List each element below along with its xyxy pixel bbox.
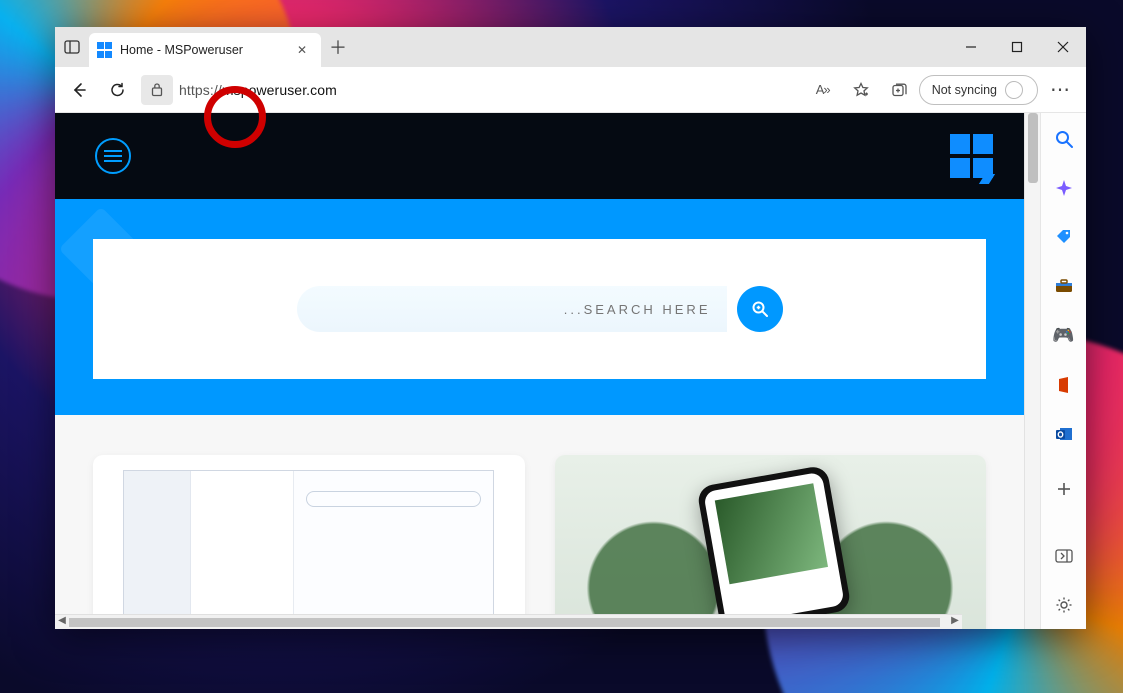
search-plus-icon — [750, 299, 770, 319]
toolbar-right-icons: A» Not syncing — [805, 72, 1038, 108]
read-aloud-button[interactable]: A» — [805, 72, 841, 108]
toolbox-icon — [1055, 279, 1073, 293]
vertical-scrollbar[interactable] — [1024, 113, 1040, 629]
window-close-button[interactable] — [1040, 27, 1086, 67]
refresh-button[interactable] — [99, 72, 135, 108]
hscroll-thumb[interactable] — [69, 618, 940, 627]
browser-toolbar: https://mspoweruser.com A» Not syncing ⋯ — [55, 67, 1086, 113]
site-menu-button[interactable] — [95, 138, 131, 174]
url-host: mspoweruser.com — [222, 82, 337, 98]
sidebar-add-button[interactable] — [1048, 473, 1080, 504]
vscroll-thumb[interactable] — [1028, 113, 1038, 183]
window-maximize-button[interactable] — [994, 27, 1040, 67]
desktop-wallpaper: Home - MSPoweruser ✕ ＋ — [0, 0, 1123, 693]
profile-avatar — [1005, 81, 1023, 99]
address-bar[interactable]: https://mspoweruser.com — [175, 73, 803, 107]
window-minimize-button[interactable] — [948, 27, 994, 67]
site-header — [55, 113, 1024, 199]
scroll-left-button[interactable]: ◀ — [55, 615, 69, 629]
article-thumbnail — [123, 470, 494, 629]
site-search-button[interactable] — [737, 286, 783, 332]
sidebar-games-button[interactable]: 🎮 — [1048, 320, 1080, 351]
search-icon — [1054, 129, 1074, 149]
browser-tab[interactable]: Home - MSPoweruser ✕ — [89, 33, 321, 67]
new-tab-button[interactable]: ＋ — [321, 27, 355, 67]
page-viewport: ◀ ▶ — [55, 113, 1024, 629]
back-button[interactable] — [61, 72, 97, 108]
site-logo-icon[interactable] — [950, 134, 994, 178]
article-card[interactable] — [93, 455, 525, 629]
sidebar-collapse-button[interactable] — [1048, 541, 1080, 572]
lock-icon — [150, 82, 164, 97]
search-panel — [93, 239, 986, 379]
scroll-right-button[interactable]: ▶ — [948, 615, 962, 629]
url-scheme: https:// — [179, 82, 222, 98]
panel-collapse-icon — [1055, 549, 1073, 563]
outlook-icon — [1055, 426, 1073, 442]
content-row: ◀ ▶ — [55, 113, 1086, 629]
article-cards — [55, 415, 1024, 629]
edge-sidebar: 🎮 — [1040, 113, 1086, 629]
edge-browser-window: Home - MSPoweruser ✕ ＋ — [55, 27, 1086, 629]
site-search-input[interactable] — [297, 286, 727, 332]
plus-icon — [1056, 481, 1072, 497]
window-controls — [948, 27, 1086, 67]
webpage-content — [55, 113, 1024, 614]
article-card[interactable] — [555, 455, 987, 629]
sidebar-settings-button[interactable] — [1048, 590, 1080, 621]
office-icon — [1056, 376, 1072, 394]
shopping-tag-icon — [1055, 228, 1073, 246]
sidebar-outlook-button[interactable] — [1048, 418, 1080, 449]
tab-close-button[interactable]: ✕ — [293, 43, 311, 57]
sidebar-tools-button[interactable] — [1048, 271, 1080, 302]
browser-titlebar: Home - MSPoweruser ✕ ＋ — [55, 27, 1086, 67]
favorites-button[interactable] — [843, 72, 879, 108]
horizontal-scrollbar[interactable]: ◀ ▶ — [55, 614, 962, 629]
sidebar-shopping-button[interactable] — [1048, 221, 1080, 252]
sync-label: Not syncing — [932, 83, 997, 97]
profile-sync-chip[interactable]: Not syncing — [919, 75, 1038, 105]
gear-icon — [1055, 596, 1073, 614]
tab-title: Home - MSPoweruser — [120, 43, 243, 57]
tab-actions-button[interactable] — [55, 27, 89, 67]
settings-and-more-button[interactable]: ⋯ — [1040, 72, 1080, 108]
search-hero — [55, 199, 1024, 415]
site-info-lock-button[interactable] — [141, 75, 173, 105]
tab-favicon-icon — [97, 42, 113, 58]
collections-button[interactable] — [881, 72, 917, 108]
sparkle-icon — [1055, 179, 1073, 197]
article-thumbnail — [576, 465, 964, 630]
hamburger-icon — [104, 150, 122, 162]
sidebar-search-button[interactable] — [1048, 123, 1080, 154]
sidebar-discover-button[interactable] — [1048, 172, 1080, 203]
games-icon: 🎮 — [1052, 325, 1074, 346]
sidebar-office-button[interactable] — [1048, 369, 1080, 400]
